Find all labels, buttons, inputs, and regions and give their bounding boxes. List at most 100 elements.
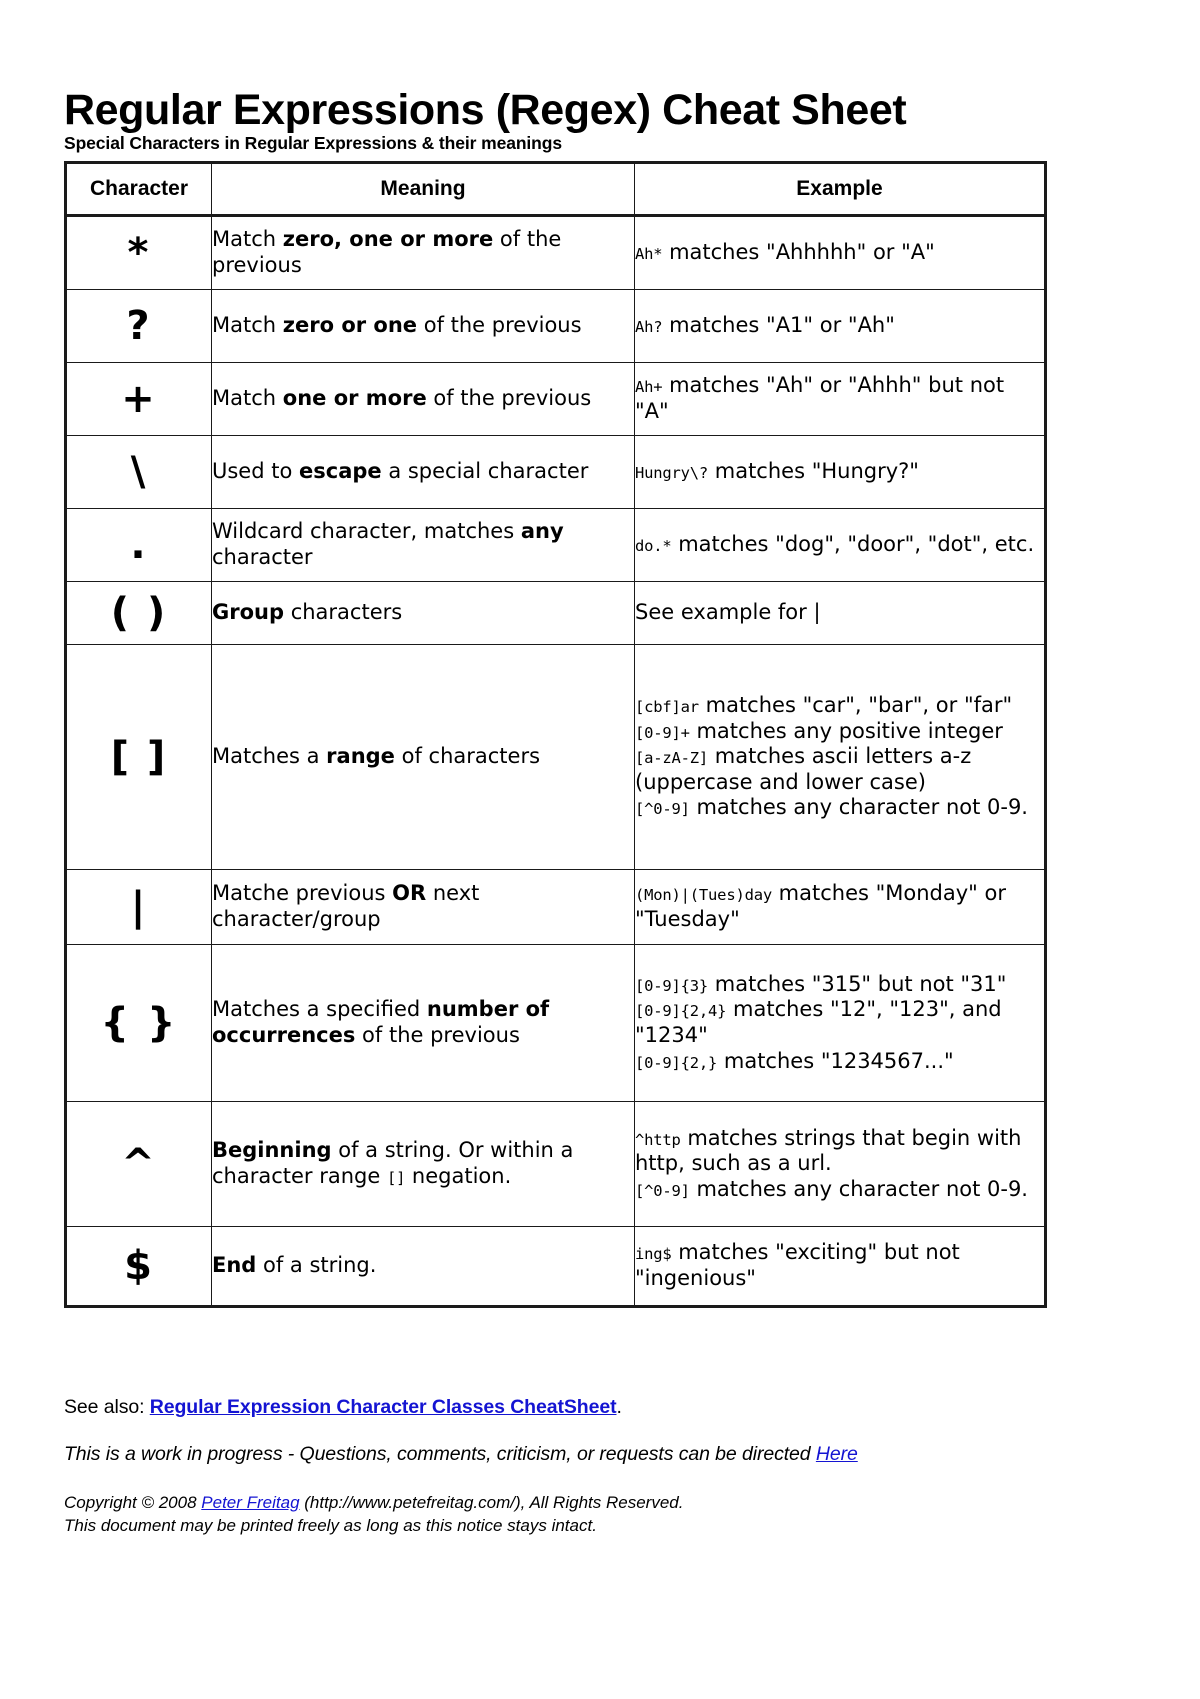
table-row: | Matche previous OR next character/grou… (65, 869, 1046, 945)
meaning-cell: End of a string. (211, 1226, 635, 1307)
example-line: Ah? matches "A1" or "Ah" (635, 313, 1044, 339)
author-link[interactable]: Peter Freitag (201, 1493, 299, 1512)
copyright-block: Copyright © 2008 Peter Freitag (http://w… (64, 1492, 1124, 1537)
example-text: matches "A1" or "Ah" (662, 313, 895, 338)
page-subtitle: Special Characters in Regular Expression… (64, 133, 562, 153)
copyright-prefix: Copyright © 2008 (64, 1493, 202, 1512)
example-text: matches "1234567..." (717, 1048, 954, 1073)
meaning-suffix: character (212, 545, 313, 569)
example-text: matches any character not 0-9. (689, 1176, 1028, 1201)
example-line: [^0-9] matches any character not 0-9. (635, 1177, 1044, 1203)
example-line: ^http matches strings that begin with ht… (635, 1126, 1044, 1177)
meaning-emphasis: zero, one or more (282, 227, 494, 252)
meaning-cell: Match one or more of the previous (211, 362, 635, 436)
column-header-example: Example (634, 162, 1046, 217)
example-cell: See example for | (634, 581, 1046, 645)
example-code: (Mon)|(Tues)day (635, 886, 772, 905)
table-row: [ ] Matches a range of characters [cbf]a… (65, 644, 1046, 870)
character-cell: ? (65, 289, 212, 363)
table-row: ( ) Group characters See example for | (65, 581, 1046, 645)
character-cell: ( ) (65, 581, 212, 645)
meaning-suffix: of the previous (417, 313, 582, 338)
example-line: Ah* matches "Ahhhhh" or "A" (635, 240, 1044, 266)
meaning-emphasis: Beginning (212, 1138, 332, 1163)
meaning-cell: Group characters (211, 581, 635, 645)
character-cell: ^ (65, 1101, 212, 1227)
meaning-prefix: Matches a specified (212, 997, 427, 1022)
example-code: Ah* (635, 245, 663, 264)
example-code: Ah+ (635, 378, 663, 397)
see-also-prefix: See also: (64, 1396, 150, 1418)
example-text: matches strings that begin with http, su… (635, 1125, 1022, 1176)
example-code: Hungry\? (635, 464, 709, 483)
character-classes-cheatsheet-link[interactable]: Regular Expression Character Classes Che… (150, 1396, 617, 1418)
meaning-cell: Matches a specified number of occurrence… (211, 944, 635, 1102)
example-cell: [cbf]ar matches "car", "bar", or "far" [… (634, 644, 1046, 870)
work-in-progress-text: This is a work in progress - Questions, … (64, 1443, 816, 1465)
example-code: [0-9]{2,4} (635, 1002, 727, 1021)
meaning-emphasis: End (212, 1253, 257, 1278)
meaning-emphasis: one or more (282, 386, 427, 411)
meaning-cell: Beginning of a string. Or within a chara… (211, 1101, 635, 1227)
example-cell: ing$ matches "exciting" but not "ingenio… (634, 1226, 1046, 1307)
example-code: [a-zA-Z] (635, 749, 709, 768)
table-row: ? Match zero or one of the previous Ah? … (65, 289, 1046, 363)
example-line: [0-9]{3} matches "315" but not "31" (635, 972, 1044, 998)
character-cell: . (65, 508, 212, 582)
meaning-cell: Match zero or one of the previous (211, 289, 635, 363)
meaning-suffix: a special character (381, 459, 589, 484)
contact-here-link[interactable]: Here (816, 1443, 858, 1465)
example-code: [^0-9] (635, 800, 690, 819)
character-cell: { } (65, 944, 212, 1102)
example-code: [0-9]{2,} (635, 1053, 718, 1072)
example-line: [^0-9] matches any character not 0-9. (635, 795, 1044, 821)
regex-special-characters-table: Character Meaning Example * Match zero, … (64, 161, 1047, 1308)
meaning-suffix: of a string. (256, 1253, 377, 1278)
meaning-cell: Matche previous OR next character/group (211, 869, 635, 945)
meaning-emphasis: range (326, 744, 395, 769)
example-text: matches "Ahhhhh" or "A" (662, 240, 935, 265)
example-cell: do.* matches "dog", "door", "dot", etc. (634, 508, 1046, 582)
example-code: ^http (635, 1130, 681, 1149)
page-footer: See also: Regular Expression Character C… (64, 1396, 1124, 1537)
column-header-meaning: Meaning (211, 162, 635, 217)
example-cell: (Mon)|(Tues)day matches "Monday" or "Tue… (634, 869, 1046, 945)
meaning-cell: Matches a range of characters (211, 644, 635, 870)
meaning-cell: Match zero, one or more of the previous (211, 215, 635, 290)
example-text: matches "exciting" but not "ingenious" (635, 1240, 960, 1290)
character-cell: $ (65, 1226, 212, 1307)
example-cell: ^http matches strings that begin with ht… (634, 1101, 1046, 1227)
example-code: Ah? (635, 318, 663, 337)
example-text: matches "Ah" or "Ahhh" but not "A" (635, 373, 1005, 423)
work-in-progress-line: This is a work in progress - Questions, … (64, 1443, 1124, 1466)
example-cell: Hungry\? matches "Hungry?" (634, 435, 1046, 509)
example-cell: [0-9]{3} matches "315" but not "31" [0-9… (634, 944, 1046, 1102)
example-line: Hungry\? matches "Hungry?" (635, 459, 1044, 485)
example-text: matches any character not 0-9. (689, 795, 1028, 820)
meaning-cell: Used to escape a special character (211, 435, 635, 509)
meaning-emphasis: zero or one (282, 313, 418, 338)
page-title: Regular Expressions (Regex) Cheat Sheet (64, 85, 907, 134)
see-also-line: See also: Regular Expression Character C… (64, 1396, 1124, 1419)
table-row: + Match one or more of the previous Ah+ … (65, 362, 1046, 436)
table-row: { } Matches a specified number of occurr… (65, 944, 1046, 1102)
see-also-suffix: . (616, 1396, 622, 1418)
character-cell: | (65, 869, 212, 945)
meaning-suffix: of characters (394, 744, 541, 769)
meaning-prefix: Used to (212, 459, 299, 484)
meaning-emphasis: any (520, 519, 564, 544)
table-row: ^ Beginning of a string. Or within a cha… (65, 1101, 1046, 1227)
table-row: . Wildcard character, matches any charac… (65, 508, 1046, 582)
example-code: [0-9]{3} (635, 976, 709, 995)
meaning-code: [] (386, 1169, 406, 1187)
copyright-line-1: Copyright © 2008 Peter Freitag (http://w… (64, 1492, 1124, 1515)
example-text: matches "315" but not "31" (708, 971, 1007, 996)
example-text: matches "car", "bar", or "far" (698, 692, 1013, 717)
meaning-emphasis: Group (212, 600, 285, 625)
example-text: matches "dog", "door", "dot", etc. (671, 532, 1035, 557)
meaning-suffix: of the previous (426, 386, 592, 411)
table-row: $ End of a string. ing$ matches "excitin… (65, 1226, 1046, 1307)
example-line: [a-zA-Z] matches ascii letters a-z (uppe… (635, 744, 1044, 795)
character-cell: * (65, 215, 212, 290)
example-text: matches any positive integer (689, 718, 1003, 743)
